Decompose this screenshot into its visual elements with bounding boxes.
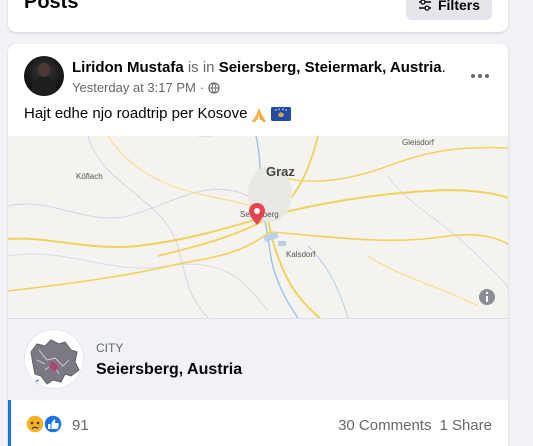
location-map[interactable]: Graz Seiersberg Kalsdorf Köflach Gleisdo… [8, 136, 508, 318]
comments-count-link[interactable]: 30 Comments [338, 417, 431, 434]
reaction-count[interactable]: 91 [72, 417, 89, 434]
is-in-text: is in [187, 59, 215, 76]
map-label-graz: Graz [266, 164, 295, 179]
map-canvas [8, 136, 508, 318]
region-map-icon [25, 330, 83, 388]
posts-title: Posts [24, 0, 79, 13]
info-icon[interactable] [478, 288, 496, 306]
place-type: CITY [96, 341, 124, 355]
more-dot-icon [478, 74, 482, 78]
folded-hands-emoji [252, 107, 267, 122]
location-pin-icon [249, 203, 265, 225]
globe-icon [208, 81, 220, 94]
place-thumbnail [24, 329, 84, 389]
posts-header-card: Posts Filters [8, 0, 508, 32]
filters-label: Filters [437, 0, 480, 13]
reaction-icons[interactable] [25, 414, 65, 434]
header-period: . [441, 59, 446, 76]
author-name[interactable]: Liridon Mustafa [72, 59, 184, 76]
filters-button[interactable]: Filters [405, 0, 492, 20]
post-header-line: Liridon Mustafa is in Seiersberg, Steier… [72, 59, 446, 77]
post-text: Hajt edhe njo roadtrip per Kosove [24, 105, 292, 122]
post-message: Hajt edhe njo roadtrip per Kosove [24, 105, 248, 122]
more-dot-icon [471, 74, 475, 78]
shares-count-link[interactable]: 1 Share [439, 417, 492, 434]
post-card: Liridon Mustafa is in Seiersberg, Steier… [8, 44, 508, 446]
map-label-kalsdorf: Kalsdorf [286, 250, 316, 259]
place-name[interactable]: Seiersberg, Austria [96, 361, 242, 379]
more-options-button[interactable] [466, 62, 494, 90]
map-label-gleisdorf: Gleisdorf [402, 138, 435, 147]
kosovo-flag-emoji [271, 106, 292, 121]
map-label-koflach: Köflach [76, 172, 103, 181]
post-meta: Yesterday at 3:17 PM · [72, 80, 220, 95]
like-reaction-icon [43, 414, 63, 434]
filters-icon [418, 0, 431, 11]
sad-reaction-icon [25, 414, 45, 434]
engagement-bar: 91 30 Comments 1 Share [8, 400, 508, 446]
post-timestamp[interactable]: Yesterday at 3:17 PM [72, 80, 196, 95]
location-link[interactable]: Seiersberg, Steiermark, Austria [219, 59, 442, 76]
place-card[interactable]: CITY Seiersberg, Austria [8, 318, 508, 400]
author-avatar[interactable] [24, 56, 64, 96]
meta-separator: · [199, 80, 205, 95]
more-dot-icon [485, 74, 489, 78]
engagement-stats: 30 Comments 1 Share [338, 417, 492, 434]
